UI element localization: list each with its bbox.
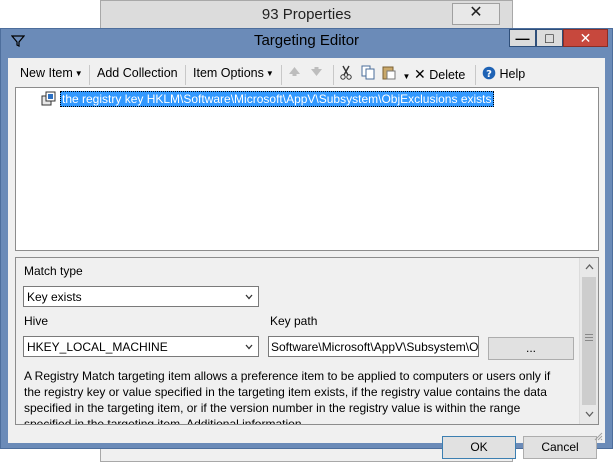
key-path-value: Software\Microsoft\AppV\Subsystem\ObjExc… xyxy=(271,340,479,354)
maximize-icon: □ xyxy=(545,30,554,46)
delete-label: Delete xyxy=(429,68,466,82)
minimize-button[interactable]: — xyxy=(509,29,536,47)
cancel-button[interactable]: Cancel xyxy=(523,436,597,459)
chevron-down-icon: ▼ xyxy=(402,72,411,81)
background-window-title: 93 Properties xyxy=(261,6,352,23)
chevron-down-icon: ▼ xyxy=(265,69,274,78)
key-path-label: Key path xyxy=(270,314,318,328)
svg-text:?: ? xyxy=(486,69,492,80)
item-options-menu[interactable]: Item Options ▼ xyxy=(193,66,274,84)
new-item-menu[interactable]: New Item ▼ xyxy=(20,66,83,84)
properties-scrollbar[interactable] xyxy=(579,258,598,424)
delete-button[interactable]: ✕ Delete xyxy=(414,66,465,84)
minimize-icon: — xyxy=(515,30,530,46)
toolbar-divider xyxy=(333,65,334,85)
close-icon: ✕ xyxy=(579,30,592,46)
new-item-label: New Item xyxy=(20,66,73,80)
titlebar: Targeting Editor — □ ✕ xyxy=(1,29,612,51)
cut-button[interactable] xyxy=(339,65,353,83)
copy-icon xyxy=(361,65,375,80)
arrow-up-icon xyxy=(289,67,300,76)
help-icon: ? xyxy=(482,66,496,80)
item-options-label: Item Options xyxy=(193,66,264,80)
tree-item-label: the registry key HKLM\Software\Microsoft… xyxy=(60,91,494,107)
maximize-button[interactable]: □ xyxy=(536,29,563,47)
targeting-items-tree: the registry key HKLM\Software\Microsoft… xyxy=(15,87,599,251)
chevron-down-icon xyxy=(245,294,253,300)
chevron-down-icon: ▼ xyxy=(74,69,83,78)
match-type-value: Key exists xyxy=(27,290,82,304)
background-close-button[interactable]: ✕ xyxy=(452,3,500,25)
paste-button[interactable]: ▼ xyxy=(382,65,410,83)
toolbar-divider xyxy=(185,65,186,85)
toolbar-divider xyxy=(475,65,476,85)
registry-icon xyxy=(41,91,56,106)
properties-panel: Match type Key exists Hive HKEY_LOCAL_MA… xyxy=(15,257,599,425)
help-button[interactable]: ? Help xyxy=(482,66,525,84)
scroll-up-icon[interactable] xyxy=(585,264,594,270)
add-collection-button[interactable]: Add Collection xyxy=(97,66,178,84)
delete-icon: ✕ xyxy=(414,66,426,82)
move-up-button[interactable] xyxy=(288,65,301,83)
help-label: Help xyxy=(499,67,526,81)
paste-icon xyxy=(382,66,396,80)
toolbar-divider xyxy=(89,65,90,85)
dialog-client-area: New Item▼ Add Collection Item Options▼ xyxy=(8,58,605,459)
toolbar-divider xyxy=(281,65,282,85)
scissors-icon xyxy=(340,65,352,80)
key-path-input[interactable]: Software\Microsoft\AppV\Subsystem\ObjExc… xyxy=(268,336,479,357)
hive-label: Hive xyxy=(24,314,49,328)
move-down-button[interactable] xyxy=(310,65,323,83)
copy-button[interactable] xyxy=(361,65,376,83)
ok-button[interactable]: OK xyxy=(442,436,516,459)
match-type-label: Match type xyxy=(24,264,83,278)
match-type-select[interactable]: Key exists xyxy=(23,286,259,307)
scroll-down-icon[interactable] xyxy=(585,411,594,417)
browse-button[interactable]: ... xyxy=(488,337,574,360)
toolbar: New Item▼ Add Collection Item Options▼ xyxy=(8,62,605,86)
close-button[interactable]: ✕ xyxy=(563,29,608,47)
resize-grip-icon[interactable] xyxy=(593,431,603,441)
hive-select[interactable]: HKEY_LOCAL_MACHINE xyxy=(23,336,259,357)
arrow-down-icon xyxy=(311,67,322,76)
chevron-down-icon xyxy=(245,344,253,350)
background-titlebar: 93 Properties ✕ xyxy=(101,1,512,29)
scrollbar-thumb[interactable] xyxy=(582,277,596,405)
description-text: A Registry Match targeting item allows a… xyxy=(24,369,551,425)
hive-value: HKEY_LOCAL_MACHINE xyxy=(27,340,168,354)
targeting-editor-dialog: Targeting Editor — □ ✕ New Item ▼ Add Col… xyxy=(0,28,613,459)
